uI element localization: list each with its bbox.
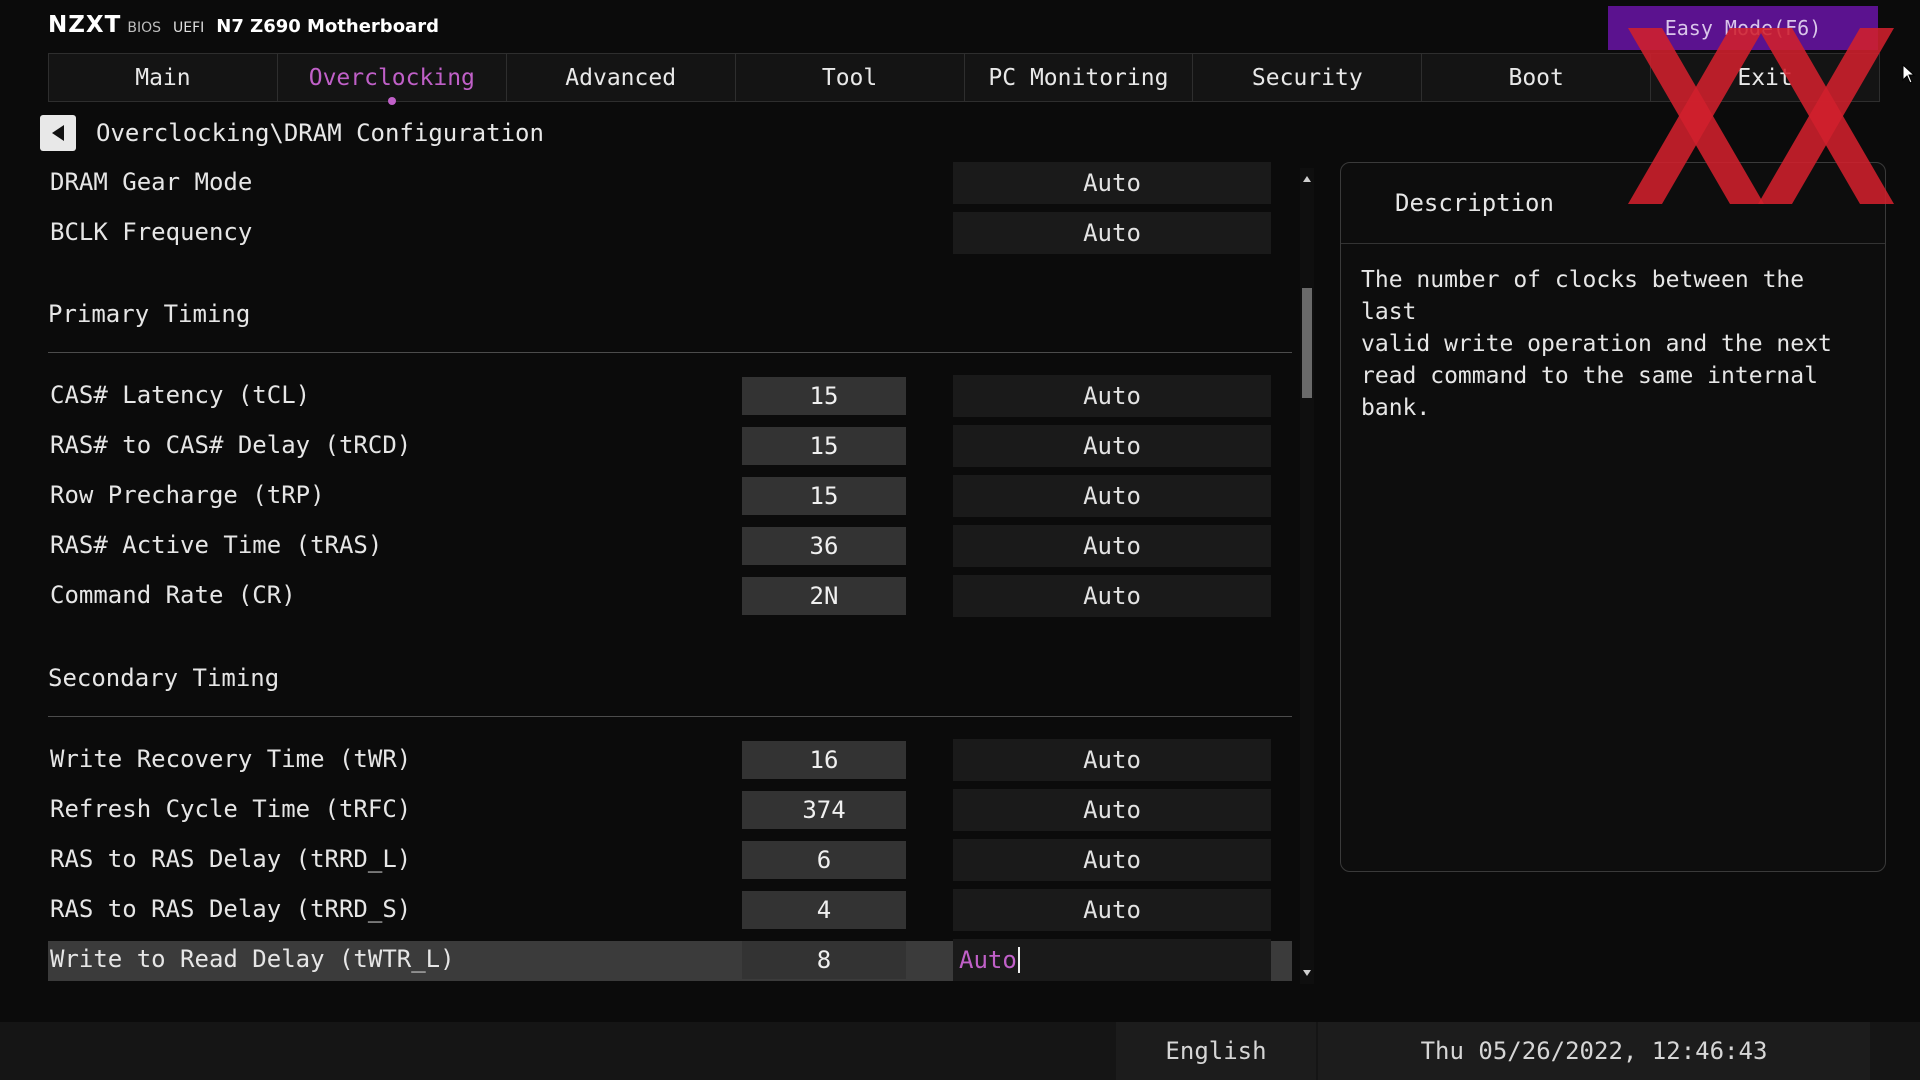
board-name: N7 Z690 Motherboard: [216, 16, 439, 37]
scroll-down-arrow-icon[interactable]: [1303, 970, 1311, 976]
setting-row-trp[interactable]: Row Precharge (tRP) 15 Auto: [48, 475, 1292, 517]
scrollbar-thumb[interactable]: [1302, 287, 1312, 398]
setting-label: BCLK Frequency: [50, 218, 253, 246]
setting-value[interactable]: Auto: [953, 212, 1271, 254]
current-value-readout: 6: [742, 841, 906, 879]
current-value-readout: 8: [742, 941, 906, 979]
description-text: The number of clocks between the last va…: [1361, 267, 1832, 421]
setting-label: Write Recovery Time (tWR): [50, 745, 412, 773]
main-tabs: Main Overclocking Advanced Tool PC Monit…: [48, 53, 1880, 105]
current-value-readout: 2N: [742, 577, 906, 615]
setting-label: Command Rate (CR): [50, 581, 296, 609]
breadcrumb: Overclocking\DRAM Configuration: [40, 115, 544, 151]
watermark-logo: XX: [1628, 28, 1894, 204]
setting-label: CAS# Latency (tCL): [50, 381, 311, 409]
setting-value[interactable]: Auto: [953, 789, 1271, 831]
tab-boot[interactable]: Boot: [1422, 53, 1652, 102]
description-panel: Description The number of clocks between…: [1340, 162, 1886, 872]
setting-value[interactable]: Auto: [953, 375, 1271, 417]
current-value-readout: 16: [742, 741, 906, 779]
setting-value[interactable]: Auto: [953, 162, 1271, 204]
date-time-display: Thu 05/26/2022, 12:46:43: [1318, 1022, 1870, 1080]
current-value-readout: 4: [742, 891, 906, 929]
section-title-secondary-timing: Secondary Timing: [48, 664, 280, 692]
setting-value-editing[interactable]: Auto: [953, 939, 1271, 981]
current-value-readout: 15: [742, 477, 906, 515]
setting-row-trrd-s[interactable]: RAS to RAS Delay (tRRD_S) 4 Auto: [48, 889, 1292, 931]
status-bar: English Thu 05/26/2022, 12:46:43: [0, 1022, 1920, 1080]
current-value-readout: 374: [742, 791, 906, 829]
setting-label: RAS# to CAS# Delay (tRCD): [50, 431, 412, 459]
setting-row-tcl[interactable]: CAS# Latency (tCL) 15 Auto: [48, 375, 1292, 417]
setting-row-twr[interactable]: Write Recovery Time (tWR) 16 Auto: [48, 739, 1292, 781]
setting-value[interactable]: Auto: [953, 739, 1271, 781]
breadcrumb-path: Overclocking\DRAM Configuration: [96, 119, 544, 147]
setting-value[interactable]: Auto: [953, 525, 1271, 567]
section-divider: [48, 352, 1292, 353]
setting-value[interactable]: Auto: [953, 575, 1271, 617]
tab-tool[interactable]: Tool: [735, 53, 965, 102]
bios-label: BIOS: [127, 20, 161, 36]
setting-label: RAS to RAS Delay (tRRD_S): [50, 895, 412, 923]
setting-label: DRAM Gear Mode: [50, 168, 253, 196]
setting-row-trcd[interactable]: RAS# to CAS# Delay (tRCD) 15 Auto: [48, 425, 1292, 467]
setting-row-trrd-l[interactable]: RAS to RAS Delay (tRRD_L) 6 Auto: [48, 839, 1292, 881]
tab-main[interactable]: Main: [48, 53, 278, 102]
setting-label: RAS# Active Time (tRAS): [50, 531, 383, 559]
setting-label: Row Precharge (tRP): [50, 481, 325, 509]
bios-logo: NZXT BIOS UEFI N7 Z690 Motherboard: [48, 12, 439, 38]
setting-label: RAS to RAS Delay (tRRD_L): [50, 845, 412, 873]
tab-pc-monitoring[interactable]: PC Monitoring: [964, 53, 1194, 102]
current-value-readout: 36: [742, 527, 906, 565]
scroll-up-arrow-icon[interactable]: [1303, 176, 1311, 182]
current-value-readout: 15: [742, 377, 906, 415]
arrow-left-icon: [52, 125, 64, 141]
back-button[interactable]: [40, 115, 76, 151]
setting-row-trfc[interactable]: Refresh Cycle Time (tRFC) 374 Auto: [48, 789, 1292, 831]
section-divider: [48, 716, 1292, 717]
setting-value[interactable]: Auto: [953, 425, 1271, 467]
setting-value[interactable]: Auto: [953, 889, 1271, 931]
tab-security[interactable]: Security: [1193, 53, 1423, 102]
tab-overclocking[interactable]: Overclocking: [277, 53, 507, 105]
setting-label: Refresh Cycle Time (tRFC): [50, 795, 412, 823]
setting-value[interactable]: Auto: [953, 839, 1271, 881]
setting-row-tras[interactable]: RAS# Active Time (tRAS) 36 Auto: [48, 525, 1292, 567]
brand-logo: NZXT: [48, 12, 122, 38]
uefi-label: UEFI: [173, 20, 205, 36]
setting-row-bclk-frequency[interactable]: BCLK Frequency Auto: [48, 212, 1292, 254]
settings-scrollbar[interactable]: [1300, 168, 1314, 984]
language-selector[interactable]: English: [1116, 1022, 1316, 1080]
tab-advanced[interactable]: Advanced: [506, 53, 736, 102]
setting-row-dram-gear-mode[interactable]: DRAM Gear Mode Auto: [48, 162, 1292, 204]
mouse-pointer-icon: [1902, 64, 1916, 84]
setting-value[interactable]: Auto: [953, 475, 1271, 517]
setting-row-command-rate[interactable]: Command Rate (CR) 2N Auto: [48, 575, 1292, 617]
current-value-readout: 15: [742, 427, 906, 465]
section-title-primary-timing: Primary Timing: [48, 300, 251, 328]
setting-row-twtr-l[interactable]: Write to Read Delay (tWTR_L) 8 Auto: [48, 939, 1292, 981]
setting-label: Write to Read Delay (tWTR_L): [50, 945, 455, 973]
